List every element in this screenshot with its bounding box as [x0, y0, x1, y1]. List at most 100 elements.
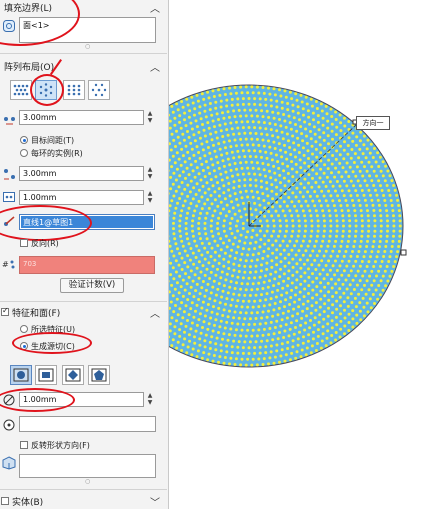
hole — [270, 266, 273, 269]
hole — [224, 252, 227, 255]
perforated-disc-model[interactable] — [169, 0, 441, 509]
hole — [201, 92, 204, 95]
hole — [313, 190, 316, 193]
spinner-arrows-icon[interactable]: ▲▼ — [146, 110, 154, 124]
hole — [270, 214, 273, 217]
resize-grip-icon[interactable]: ○ — [85, 43, 90, 50]
direction-callout[interactable]: 方向一 — [356, 116, 390, 130]
hole — [304, 219, 307, 222]
hole — [229, 328, 232, 331]
layout-square-button[interactable] — [63, 80, 85, 100]
hole — [265, 262, 268, 265]
hole — [243, 132, 246, 135]
hole — [333, 245, 336, 248]
collapse-chevron-icon[interactable]: ︿ — [150, 59, 160, 74]
hole — [329, 194, 332, 197]
verify-count-button[interactable]: 验证计数(V) — [60, 278, 124, 293]
margin-input[interactable]: 1.00mm — [19, 190, 144, 205]
hole — [199, 137, 202, 140]
collapse-chevron-icon[interactable]: ︿ — [150, 305, 160, 320]
hole — [361, 275, 364, 278]
hole — [335, 158, 338, 161]
hole — [331, 311, 334, 314]
hole — [194, 176, 197, 179]
hole — [331, 326, 334, 329]
spacing-input[interactable]: 3.00mm — [19, 110, 144, 125]
hole — [382, 174, 385, 177]
hole — [175, 102, 178, 105]
hole — [316, 235, 319, 238]
solid-checkbox[interactable] — [1, 497, 9, 505]
handle-point[interactable] — [401, 250, 406, 255]
hole — [328, 240, 331, 243]
layout-perforation-button[interactable] — [10, 80, 32, 100]
hole — [311, 200, 314, 203]
hole — [212, 89, 215, 92]
ring-spacing-input[interactable]: 3.00mm — [19, 166, 144, 181]
bodies-selection-box[interactable] — [19, 454, 156, 478]
collapse-chevron-icon[interactable]: ︿ — [150, 0, 160, 15]
instances-per-ring-radio[interactable] — [20, 149, 28, 157]
hole — [311, 169, 314, 172]
cut-shape-square-button[interactable] — [35, 365, 57, 385]
hole — [367, 225, 370, 228]
selected-features-radio[interactable] — [20, 325, 28, 333]
hole — [178, 252, 181, 255]
hole — [341, 189, 344, 192]
resize-grip-icon[interactable]: ○ — [85, 478, 90, 485]
hole — [250, 213, 253, 216]
hole — [395, 275, 398, 278]
hole — [345, 265, 348, 268]
hole — [315, 277, 318, 280]
instance-count-field: 703 — [19, 256, 155, 274]
flip-shape-checkbox[interactable] — [20, 441, 28, 449]
pattern-layout-header[interactable]: 阵列布局(O) ︿ — [0, 59, 166, 73]
hole — [300, 355, 303, 358]
vertex-selection-box[interactable] — [19, 416, 156, 432]
reverse-checkbox[interactable] — [20, 239, 28, 247]
hole — [282, 137, 285, 140]
hole — [213, 324, 216, 327]
hole — [283, 249, 286, 252]
hole — [213, 240, 216, 243]
hole — [255, 265, 258, 268]
hole — [232, 80, 235, 83]
hole — [207, 146, 210, 149]
hole — [405, 230, 408, 233]
hole — [241, 358, 244, 361]
hole — [271, 291, 274, 294]
solid-header[interactable]: 实体(B) ﹀ — [0, 494, 166, 508]
hole — [186, 130, 189, 133]
hole — [214, 274, 217, 277]
hole — [292, 141, 295, 144]
expand-chevron-icon[interactable]: ﹀ — [150, 494, 160, 509]
features-faces-checkbox[interactable] — [1, 308, 9, 316]
hole — [192, 169, 195, 172]
hole — [245, 311, 248, 314]
cut-shape-circle-button[interactable] — [10, 365, 32, 385]
layout-polygon-button[interactable] — [88, 80, 110, 100]
target-spacing-radio[interactable] — [20, 136, 28, 144]
graphics-canvas[interactable] — [169, 0, 441, 509]
hole — [235, 92, 238, 95]
hole — [284, 89, 287, 92]
hole — [229, 145, 232, 148]
features-faces-header[interactable]: 特征和面(F) ︿ — [0, 305, 166, 319]
hole — [391, 245, 394, 248]
hole — [311, 177, 314, 180]
hole — [273, 87, 276, 90]
hole — [199, 292, 202, 295]
hole — [295, 319, 298, 322]
spinner-arrows-icon[interactable]: ▲▼ — [146, 166, 154, 180]
pattern-layout-title: 阵列布局(O) — [4, 60, 54, 73]
hole — [235, 121, 238, 124]
hole — [170, 199, 173, 202]
hole — [287, 310, 290, 313]
hole — [206, 251, 209, 254]
hole — [234, 287, 237, 290]
cut-shape-polygon-button[interactable] — [88, 365, 110, 385]
spinner-arrows-icon[interactable]: ▲▼ — [146, 392, 154, 406]
hole — [293, 244, 296, 247]
cut-shape-diamond-button[interactable] — [62, 365, 84, 385]
spinner-arrows-icon[interactable]: ▲▼ — [146, 190, 154, 204]
